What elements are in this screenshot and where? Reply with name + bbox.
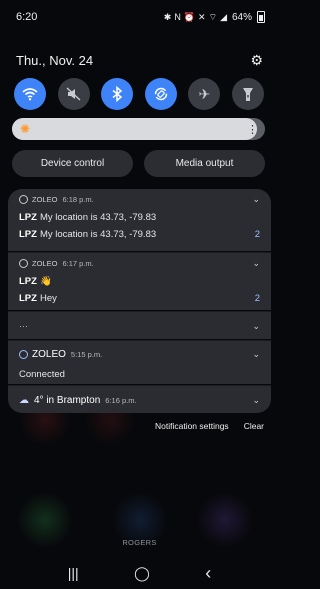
notification-time: 6:17 p.m. — [62, 258, 94, 268]
message-count-badge: 2 — [254, 229, 260, 240]
quick-settings-row: ✈ — [14, 78, 264, 110]
battery-icon — [257, 11, 265, 23]
airplane-icon: ✈ — [198, 85, 211, 102]
brightness-fill — [12, 118, 258, 140]
message-text-tail: , -79.83 — [123, 229, 157, 240]
alarm-icon: ⏰ — [183, 11, 196, 22]
message-line: LPZ Hey 2 — [19, 290, 260, 307]
date-row: Thu., Nov. 24 ⚙ — [16, 50, 263, 70]
airplane-toggle[interactable]: ✈ — [188, 78, 221, 110]
message-line: LPZ 👋 — [19, 273, 260, 290]
notification-app-name: ZOLEO — [32, 194, 58, 204]
notification-time: 6:18 p.m. — [62, 194, 94, 204]
message-text-tail: , -79.83 — [123, 212, 157, 223]
message-sender: LPZ — [19, 276, 37, 287]
nfc-icon: N — [174, 12, 181, 22]
sound-toggle[interactable] — [57, 78, 90, 110]
notification-weather[interactable]: ☁ 4° in Brampton 6:16 p.m. ⌄ — [8, 385, 271, 413]
wifi-toggle[interactable] — [14, 78, 46, 110]
wifi-icon: ⌔ — [208, 11, 218, 22]
notification-header: ☁ 4° in Brampton 6:16 p.m. ⌄ — [19, 386, 260, 414]
home-button[interactable]: ◯ — [134, 565, 150, 582]
chevron-down-icon[interactable]: ⌄ — [252, 395, 260, 406]
notification-header: ZOLEO 6:18 p.m. ⌄ — [19, 189, 260, 209]
message-text: 👋 — [39, 276, 52, 287]
notification-app-name: ZOLEO — [32, 258, 58, 268]
mute-icon — [66, 87, 81, 101]
notification-zoleo-hey[interactable]: ZOLEO 6:17 p.m. ⌄ LPZ 👋 LPZ Hey 2 — [8, 252, 271, 310]
chevron-down-icon[interactable]: ⌄ — [252, 194, 260, 205]
notification-time: 5:15 p.m. — [70, 349, 103, 359]
brightness-slider[interactable]: ✺ ⋮ — [12, 118, 265, 140]
battery-percent: 64% — [231, 11, 252, 23]
sun-icon: ✺ — [20, 122, 31, 136]
mute-icon: ✕ — [198, 11, 206, 22]
notification-collapsed[interactable]: ··· ⌄ — [8, 311, 271, 339]
back-button[interactable]: ‹ — [205, 563, 211, 584]
collapsed-dots: ··· ⌄ — [19, 312, 260, 340]
notification-body-text: Connected — [19, 368, 65, 380]
message-line: LPZ My location is 43.73 , -79.83 — [19, 209, 260, 226]
notification-body: Connected — [19, 367, 260, 381]
navigation-bar: ||| ◯ ‹ — [0, 558, 279, 588]
collapsed-dots-label: ··· — [19, 321, 28, 331]
media-device-row: Device control Media output — [12, 150, 265, 177]
message-sender: LPZ — [19, 212, 37, 223]
recents-button[interactable]: ||| — [68, 565, 79, 581]
zoleo-app-icon — [19, 349, 28, 359]
notification-time: 6:16 p.m. — [105, 395, 137, 405]
message-line: LPZ My location is 43.73 , -79.83 2 — [19, 226, 260, 243]
more-options-icon[interactable]: ⋮ — [247, 123, 258, 136]
auto-rotate-toggle[interactable] — [144, 78, 177, 110]
bluetooth-icon: ✱ — [163, 11, 172, 22]
bluetooth-icon — [112, 86, 123, 102]
message-sender: LPZ — [19, 293, 37, 304]
notification-settings-link[interactable]: Notification settings — [155, 421, 229, 431]
message-text: Hey — [39, 293, 57, 304]
notification-header: ZOLEO 5:15 p.m. ⌄ — [19, 341, 260, 367]
carrier-label: ROGERS — [122, 538, 157, 547]
media-output-button[interactable]: Media output — [144, 150, 265, 177]
flashlight-icon — [242, 88, 253, 101]
message-sender: LPZ — [19, 229, 37, 240]
chevron-down-icon[interactable]: ⌄ — [252, 321, 260, 332]
notification-header: ZOLEO 6:17 p.m. ⌄ — [19, 253, 260, 273]
weather-title: 4° in Brampton — [34, 394, 101, 406]
chevron-down-icon[interactable]: ⌄ — [252, 258, 260, 269]
signal-icon: ◢ — [220, 11, 227, 22]
zoleo-app-icon — [19, 258, 28, 268]
clear-all-button[interactable]: Clear — [244, 421, 264, 431]
wifi-icon — [22, 88, 38, 101]
cloud-icon: ☁ — [19, 394, 29, 406]
chevron-down-icon[interactable]: ⌄ — [252, 349, 260, 360]
notification-footer: Notification settings Clear — [155, 421, 264, 431]
message-text: My location is 43.73 — [39, 212, 124, 223]
status-bar: 6:20 ✱ N ⏰ ✕ ⌔ ◢ 64% — [0, 0, 279, 34]
status-time: 6:20 — [16, 11, 38, 23]
rotate-icon — [154, 87, 168, 101]
flashlight-toggle[interactable] — [231, 78, 264, 110]
message-text: My location is 43.73 — [39, 229, 124, 240]
zoleo-app-icon — [19, 194, 28, 204]
status-icons: ✱ N ⏰ ✕ ⌔ ◢ 64% — [164, 11, 265, 23]
gear-icon[interactable]: ⚙ — [250, 52, 263, 69]
device-control-button[interactable]: Device control — [12, 150, 133, 177]
notification-zoleo-connected[interactable]: ZOLEO 5:15 p.m. ⌄ Connected — [8, 340, 271, 384]
notification-app-name: ZOLEO — [32, 348, 66, 360]
notification-zoleo-location[interactable]: ZOLEO 6:18 p.m. ⌄ LPZ My location is 43.… — [8, 189, 271, 251]
message-count-badge: 2 — [254, 293, 260, 304]
date-label: Thu., Nov. 24 — [16, 52, 94, 68]
bluetooth-toggle[interactable] — [101, 78, 134, 110]
